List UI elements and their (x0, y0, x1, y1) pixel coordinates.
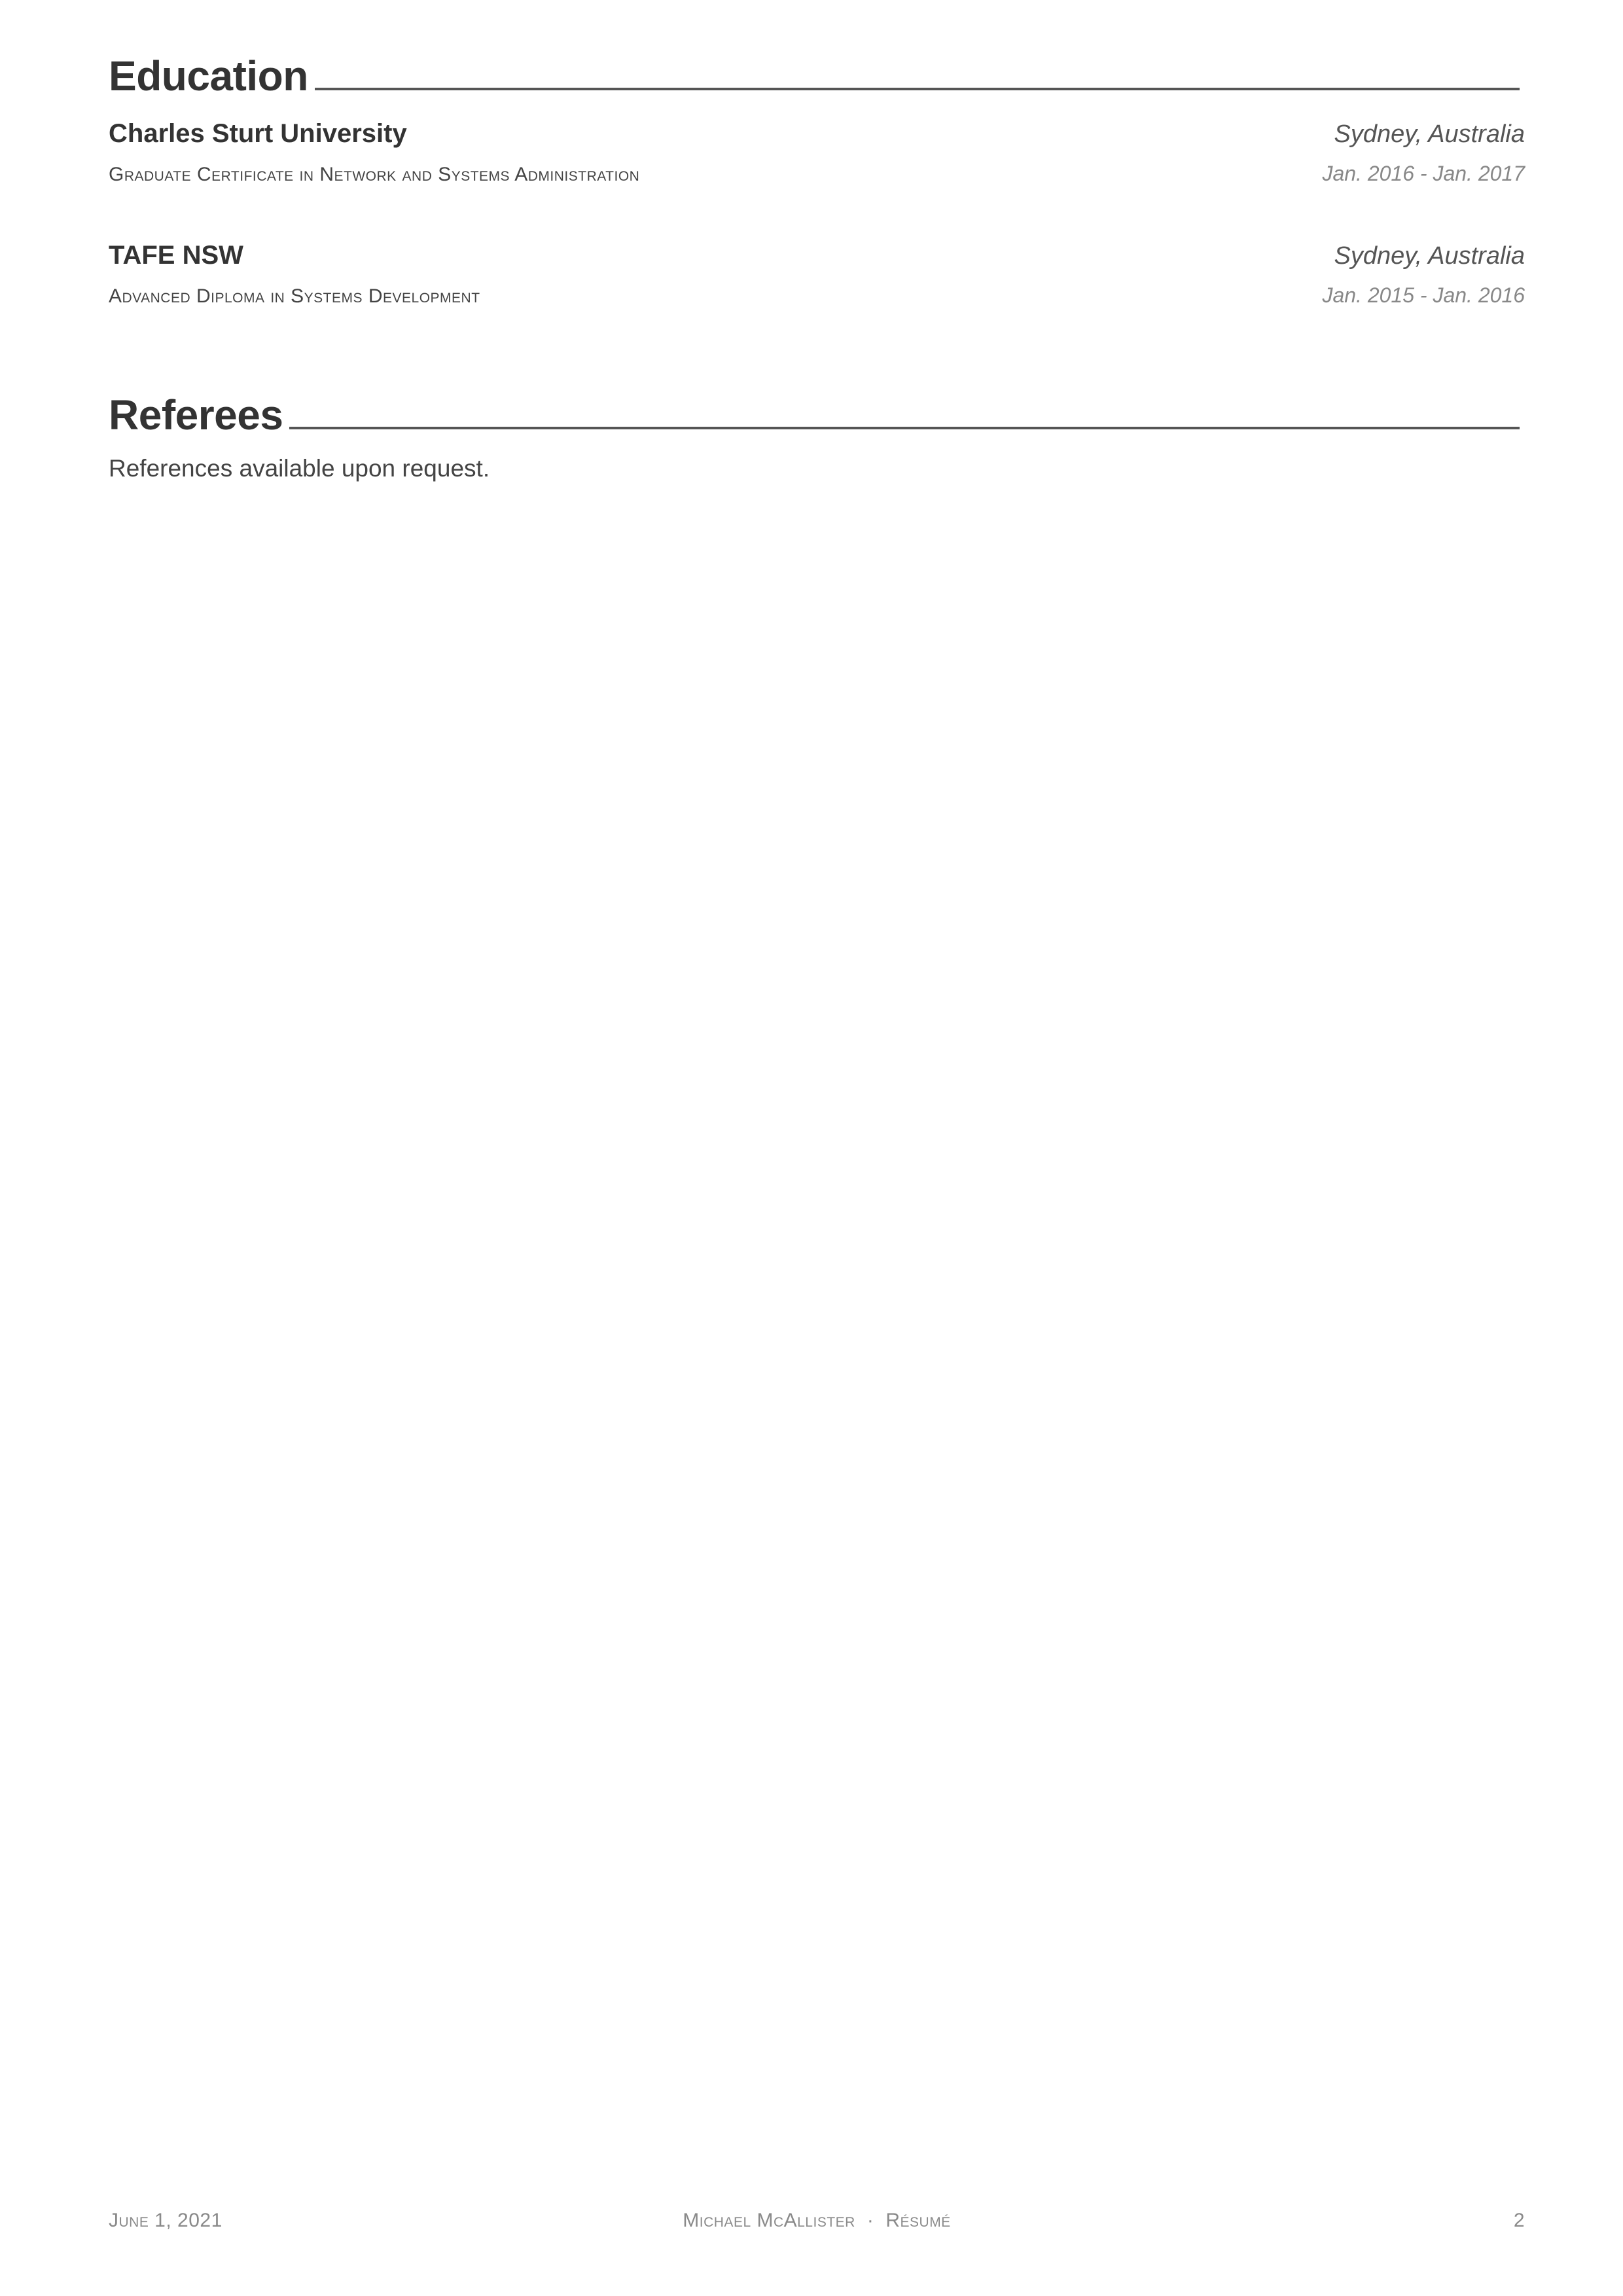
education-section-title: Education (109, 52, 308, 99)
resume-page: Education Charles Sturt University Sydne… (0, 0, 1623, 2296)
education-dates: Jan. 2016 - Jan. 2017 (1322, 162, 1525, 185)
page-footer: June 1, 2021 Michael McAllister · Résumé 2 (109, 2210, 1525, 2238)
education-section-header: Education (109, 55, 1520, 97)
education-entry-1-details: Graduate Certificate in Network and Syst… (109, 162, 1525, 185)
institution-name: TAFE NSW (109, 241, 243, 270)
referees-section-rule (289, 427, 1520, 429)
footer-doc-type: Résumé (885, 2210, 951, 2231)
footer-name: Michael McAllister (683, 2210, 855, 2231)
institution-location: Sydney, Australia (1334, 242, 1525, 270)
degree-name: Advanced Diploma in Systems Development (109, 285, 480, 307)
footer-separator: · (866, 2210, 874, 2231)
institution-location: Sydney, Australia (1334, 120, 1525, 148)
education-dates: Jan. 2015 - Jan. 2016 (1322, 283, 1525, 307)
education-entry-2-header: TAFE NSW Sydney, Australia (109, 241, 1525, 270)
referees-text: References available upon request. (109, 455, 490, 482)
education-entry-2-details: Advanced Diploma in Systems Development … (109, 283, 1525, 307)
footer-page-number: 2 (1513, 2210, 1525, 2231)
education-section-rule (314, 88, 1520, 90)
degree-name: Graduate Certificate in Network and Syst… (109, 164, 640, 185)
education-entry-1-header: Charles Sturt University Sydney, Austral… (109, 119, 1525, 149)
referees-section-title: Referees (109, 391, 283, 439)
referees-section-header: Referees (109, 394, 1520, 436)
institution-name: Charles Sturt University (109, 119, 407, 148)
footer-center: Michael McAllister · Résumé (109, 2210, 1525, 2232)
